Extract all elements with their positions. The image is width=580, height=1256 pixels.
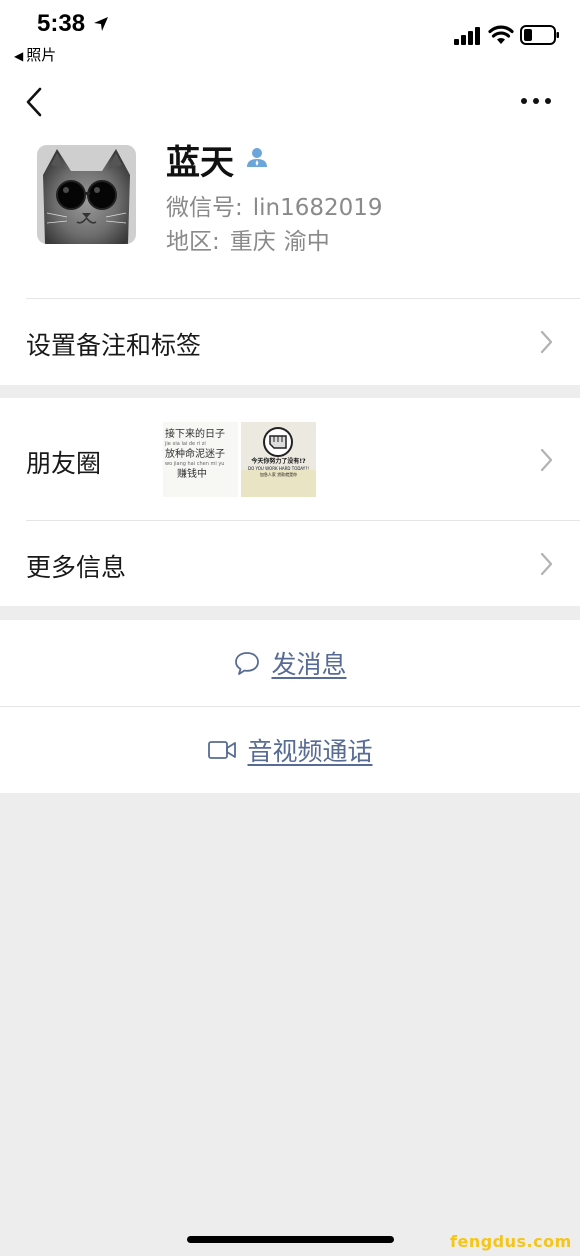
thumbnail-text: 接下来的日子 jie xia lai de ri zi 放种命泥迷子 wo ji… (165, 428, 225, 481)
thumb1-line4: wo jiang hai chen mi yu (165, 461, 225, 467)
wechat-id-label: 微信号: (166, 195, 243, 221)
set-remark-and-tags-row[interactable]: 设置备注和标签 (26, 326, 201, 362)
divider (26, 298, 580, 299)
poster-text: 今天你努力了没有!? DO YOU WORK HARD TODAY?! 加急人家… (241, 458, 316, 478)
wechat-id-line: 微信号: lin1682019 (166, 188, 383, 222)
send-message-button[interactable]: 发消息 (0, 620, 580, 706)
moments-row[interactable]: 朋友圈 (26, 444, 101, 480)
more-options-button[interactable] (518, 90, 554, 112)
back-button[interactable] (22, 86, 48, 118)
wechat-id-value: lin1682019 (252, 195, 383, 221)
thumb2-line1: 今天你努力了没有!? (251, 458, 306, 465)
send-message-label: 发消息 (271, 650, 347, 679)
region-line: 地区: 重庆 渝中 (166, 222, 330, 256)
wifi-icon (488, 25, 514, 44)
location-arrow-icon (94, 17, 108, 31)
watermark: fengdus.com (450, 1232, 572, 1251)
back-to-app-link[interactable]: ◀ 照片 (14, 44, 56, 65)
status-time: 5:38 (37, 10, 86, 37)
video-call-label: 音视频通话 (247, 737, 373, 766)
video-call-button[interactable]: 音视频通话 (0, 707, 580, 793)
moments-thumbnail-poster[interactable]: 今天你努力了没有!? DO YOU WORK HARD TODAY?! 加急人家… (241, 422, 316, 497)
chat-bubble-icon (235, 652, 260, 675)
region-label: 地区: (166, 229, 220, 255)
more-info-row[interactable]: 更多信息 (26, 548, 126, 584)
cellular-signal-icon (454, 27, 480, 45)
video-camera-icon (208, 741, 237, 759)
region-city: 重庆 (229, 229, 276, 255)
thumb1-line3: 放种命泥迷子 (165, 449, 225, 460)
avatar[interactable] (37, 145, 136, 244)
divider (26, 520, 580, 521)
back-triangle-icon: ◀ (14, 49, 24, 63)
battery-low-icon (520, 25, 559, 45)
cat-sunglasses-avatar-icon (37, 145, 136, 244)
chevron-right-icon (540, 448, 553, 472)
thumb2-line3: 加急人家 贷款就是你 (259, 472, 298, 477)
person-icon (247, 148, 267, 167)
region-district: 渝中 (283, 229, 330, 255)
thumb1-line5: 赚钱中 (177, 469, 207, 480)
chevron-right-icon (540, 330, 553, 354)
thumb1-line1: 接下来的日子 (165, 429, 225, 440)
thumb1-line2: jie xia lai de ri zi (165, 441, 206, 447)
home-indicator[interactable] (187, 1236, 394, 1243)
chevron-right-icon (540, 552, 553, 576)
profile-name: 蓝天 (166, 143, 234, 183)
moments-thumbnail-handwriting[interactable]: 接下来的日子 jie xia lai de ri zi 放种命泥迷子 wo ji… (163, 422, 238, 497)
back-app-label: 照片 (26, 46, 57, 64)
